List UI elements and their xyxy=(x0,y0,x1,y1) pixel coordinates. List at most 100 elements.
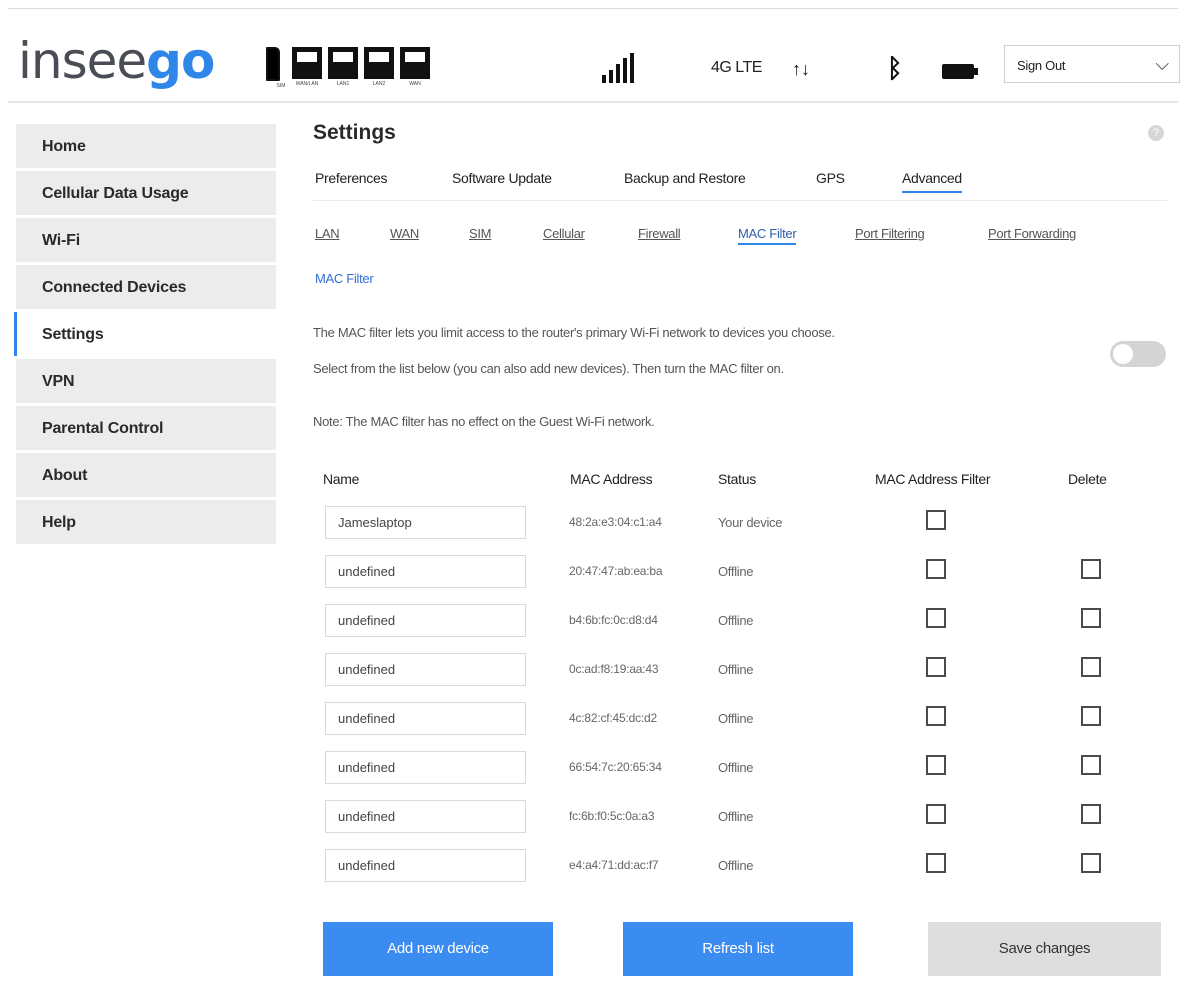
refresh-list-button[interactable]: Refresh list xyxy=(623,922,853,976)
device-name-input[interactable] xyxy=(325,849,526,882)
device-status: Offline xyxy=(718,662,754,677)
tab-advanced[interactable]: Advanced xyxy=(902,170,962,193)
delete-checkbox[interactable] xyxy=(1081,755,1101,775)
column-header-mac-address: MAC Address xyxy=(570,471,653,487)
subtab-port-forwarding[interactable]: Port Forwarding xyxy=(988,226,1076,241)
mac-address: fc:6b:f0:5c:0a:a3 xyxy=(569,809,655,823)
subtab-firewall[interactable]: Firewall xyxy=(638,226,681,241)
chevron-down-icon: ⌵ xyxy=(1155,54,1169,74)
section-label: MAC Filter xyxy=(315,271,374,286)
mac-filter-checkbox[interactable] xyxy=(926,853,946,873)
sidebar-item-label: VPN xyxy=(42,373,75,390)
mac-address: e4:a4:71:dd:ac:f7 xyxy=(569,858,659,872)
mac-filter-checkbox[interactable] xyxy=(926,657,946,677)
subtab-lan[interactable]: LAN xyxy=(315,226,340,241)
device-status: Offline xyxy=(718,858,754,873)
device-status: Offline xyxy=(718,760,754,775)
subtab-mac-filter[interactable]: MAC Filter xyxy=(738,226,797,245)
subtab-wan[interactable]: WAN xyxy=(390,226,419,241)
sidebar-item-help[interactable]: Help xyxy=(16,500,276,544)
device-name-input[interactable] xyxy=(325,800,526,833)
mac-filter-checkbox[interactable] xyxy=(926,608,946,628)
mac-address: 0c:ad:f8:19:aa:43 xyxy=(569,662,659,676)
network-type: 4G LTE xyxy=(711,59,762,76)
table-row: b4:6b:fc:0c:d8:d4 Offline xyxy=(313,604,1173,648)
bluetooth-icon: ᛒ xyxy=(887,53,903,83)
mac-filter-checkbox[interactable] xyxy=(926,706,946,726)
device-status: Offline xyxy=(718,613,754,628)
sidebar-item-about[interactable]: About xyxy=(16,453,276,497)
delete-checkbox[interactable] xyxy=(1081,853,1101,873)
logo-text-1: insee xyxy=(18,32,147,90)
mac-filter-checkbox[interactable] xyxy=(926,559,946,579)
logo-text-2: go xyxy=(146,32,215,90)
delete-checkbox[interactable] xyxy=(1081,706,1101,726)
sidebar-item-settings[interactable]: Settings xyxy=(14,312,276,356)
device-name-input[interactable] xyxy=(325,751,526,784)
subtab-sim[interactable]: SIM xyxy=(469,226,492,241)
device-status: Your device xyxy=(718,515,783,530)
sidebar-item-label: Settings xyxy=(42,326,104,343)
mac-address: 66:54:7c:20:65:34 xyxy=(569,760,662,774)
sidebar-item-vpn[interactable]: VPN xyxy=(16,359,276,403)
battery-icon xyxy=(942,64,978,79)
sidebar-nav: Home Cellular Data Usage Wi-Fi Connected… xyxy=(14,124,276,547)
subtab-port-filtering[interactable]: Port Filtering xyxy=(855,226,925,241)
device-name-input[interactable] xyxy=(325,604,526,637)
delete-checkbox[interactable] xyxy=(1081,657,1101,677)
sign-out-dropdown[interactable]: Sign Out ⌵ xyxy=(1004,45,1180,83)
sidebar-item-label: Parental Control xyxy=(42,420,164,437)
data-transfer-icon: ↑↓ xyxy=(792,59,810,79)
table-row: 4c:82:cf:45:dc:d2 Offline xyxy=(313,702,1173,746)
sidebar-item-label: Wi-Fi xyxy=(42,232,80,249)
mac-filter-checkbox[interactable] xyxy=(926,510,946,530)
sidebar-item-label: Help xyxy=(42,514,76,531)
sidebar-item-connected-devices[interactable]: Connected Devices xyxy=(16,265,276,309)
mac-filter-checkbox[interactable] xyxy=(926,804,946,824)
sidebar-item-label: Home xyxy=(42,138,86,155)
signal-strength-icon xyxy=(602,53,638,83)
mac-address: b4:6b:fc:0c:d8:d4 xyxy=(569,613,658,627)
mac-address: 20:47:47:ab:ea:ba xyxy=(569,564,663,578)
table-row: e4:a4:71:dd:ac:f7 Offline xyxy=(313,849,1173,893)
save-changes-button[interactable]: Save changes xyxy=(928,922,1161,976)
device-name-input[interactable] xyxy=(325,506,526,539)
sign-out-label: Sign Out xyxy=(1017,58,1066,73)
subtab-cellular[interactable]: Cellular xyxy=(543,226,585,241)
delete-checkbox[interactable] xyxy=(1081,559,1101,579)
delete-checkbox[interactable] xyxy=(1081,804,1101,824)
device-name-input[interactable] xyxy=(325,702,526,735)
device-name-input[interactable] xyxy=(325,653,526,686)
add-new-device-button[interactable]: Add new device xyxy=(323,922,553,976)
table-row: 0c:ad:f8:19:aa:43 Offline xyxy=(313,653,1173,697)
sidebar-item-cellular-data-usage[interactable]: Cellular Data Usage xyxy=(16,171,276,215)
ethernet-port-icon: WAN/LAN xyxy=(292,47,322,87)
sidebar-item-label: About xyxy=(42,467,88,484)
tab-preferences[interactable]: Preferences xyxy=(315,170,387,186)
inseego-logo[interactable]: inseego xyxy=(18,32,215,90)
mac-address: 48:2a:e3:04:c1:a4 xyxy=(569,515,662,529)
port-label: WAN xyxy=(409,81,421,87)
sidebar-item-parental-control[interactable]: Parental Control xyxy=(16,406,276,450)
description-line: The MAC filter lets you limit access to … xyxy=(313,325,835,340)
column-header-name: Name xyxy=(323,471,360,487)
device-status: Offline xyxy=(718,711,754,726)
table-row: 48:2a:e3:04:c1:a4 Your device xyxy=(313,506,1173,550)
tab-software-update[interactable]: Software Update xyxy=(452,170,552,186)
sidebar-item-wifi[interactable]: Wi-Fi xyxy=(16,218,276,262)
device-status: Offline xyxy=(718,564,754,579)
description-line: Select from the list below (you can also… xyxy=(313,361,784,376)
delete-checkbox[interactable] xyxy=(1081,608,1101,628)
tab-gps[interactable]: GPS xyxy=(816,170,845,186)
column-header-mac-address-filter: MAC Address Filter xyxy=(875,471,991,487)
mac-filter-toggle[interactable] xyxy=(1110,341,1166,367)
mac-filter-checkbox[interactable] xyxy=(926,755,946,775)
mac-address: 4c:82:cf:45:dc:d2 xyxy=(569,711,657,725)
table-row: 66:54:7c:20:65:34 Offline xyxy=(313,751,1173,795)
page-title: Settings xyxy=(313,121,396,144)
tab-backup-and-restore[interactable]: Backup and Restore xyxy=(624,170,746,186)
ethernet-port-icon: LAN2 xyxy=(364,47,394,87)
sidebar-item-home[interactable]: Home xyxy=(16,124,276,168)
device-name-input[interactable] xyxy=(325,555,526,588)
help-icon[interactable]: ? xyxy=(1148,125,1164,141)
